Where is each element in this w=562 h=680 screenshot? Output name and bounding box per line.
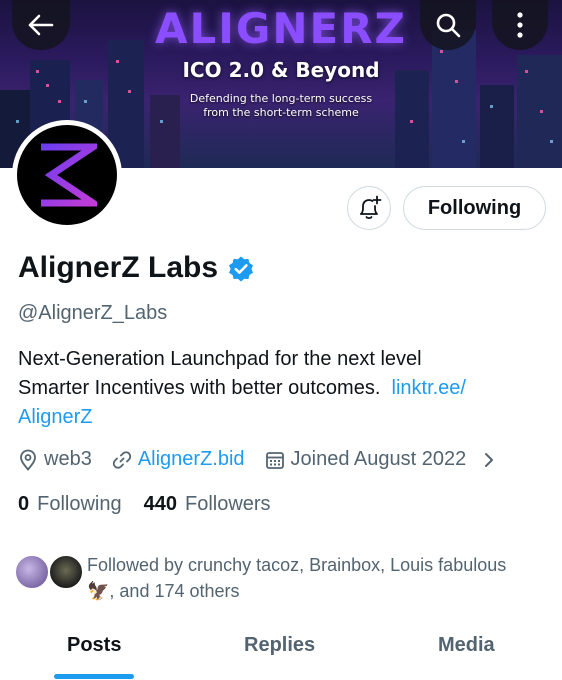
following-count: 0 [18, 493, 30, 515]
followed-by-line-2: 🦅, and 174 others [87, 578, 506, 604]
following-count-label: Following [37, 493, 122, 515]
website-link[interactable]: AlignerZ.bid [138, 448, 245, 471]
location-item: web3 [18, 448, 92, 471]
followed-by-section[interactable]: Followed by crunchy tacoz, Brainbox, Lou… [14, 552, 554, 604]
profile-avatar[interactable] [12, 120, 122, 230]
profile-meta: web3 AlignerZ.bid Joined August 2022 [18, 448, 496, 471]
arrow-left-icon [28, 14, 54, 36]
profile-bio: Next-Generation Launchpad for the next l… [18, 345, 548, 432]
banner-subline-1: Defending the long-term success [189, 92, 373, 105]
follower-avatar [14, 554, 50, 590]
location-text: web3 [44, 448, 92, 470]
followed-by-others: , and 174 others [109, 581, 240, 601]
verified-badge-icon[interactable] [227, 255, 255, 283]
joined-text: Joined August 2022 [290, 448, 467, 470]
tab-posts[interactable]: Posts [67, 634, 121, 657]
calendar-icon [265, 451, 284, 469]
bio-line-1: Next-Generation Launchpad for the next l… [18, 348, 422, 370]
alignerz-logo-icon [41, 143, 97, 207]
link-icon [112, 450, 131, 469]
banner-subline-2: from the short-term scheme [203, 106, 359, 119]
tab-replies[interactable]: Replies [244, 634, 315, 657]
more-vertical-icon [517, 12, 523, 38]
followers-count-label: Followers [184, 493, 271, 515]
bio-link-continuation[interactable]: AlignerZ [18, 403, 548, 432]
tab-media[interactable]: Media [438, 634, 495, 657]
avatar-image [17, 125, 117, 225]
banner-tagline: ICO 2.0 & Beyond [182, 58, 380, 82]
following-button[interactable]: Following [403, 186, 546, 230]
profile-handle: @AlignerZ_Labs [18, 302, 168, 324]
bio-line-2: Smarter Incentives with better outcomes.… [18, 374, 548, 403]
profile-tabs: Posts Replies Media [0, 620, 562, 680]
profile-name-row: AlignerZ Labs [18, 251, 255, 285]
followers-count: 440 [143, 493, 177, 515]
bell-plus-icon [360, 195, 382, 219]
follow-counts: 0 Following 440 Followers [18, 493, 293, 516]
followed-by-text: Followed by crunchy tacoz, Brainbox, Lou… [87, 552, 506, 604]
profile-name: AlignerZ Labs [18, 251, 219, 284]
notify-button[interactable] [347, 186, 391, 230]
eagle-emoji-icon: 🦅 [87, 581, 110, 601]
active-tab-indicator [54, 674, 134, 679]
bio-link[interactable]: linktr.ee/ [392, 377, 466, 399]
search-icon [436, 13, 461, 38]
chevron-right-icon[interactable] [482, 450, 496, 470]
location-pin-icon [20, 449, 36, 471]
following-count-link[interactable]: 0 Following [18, 493, 122, 516]
website-item[interactable]: AlignerZ.bid [112, 448, 245, 471]
bio-text: Smarter Incentives with better outcomes. [18, 377, 381, 399]
banner-brand-logo: ALIGNERZ [154, 4, 407, 53]
followers-count-link[interactable]: 440 Followers [144, 493, 271, 516]
follower-avatar [48, 554, 84, 590]
joined-item: Joined August 2022 [265, 448, 467, 471]
followed-by-line-1: Followed by crunchy tacoz, Brainbox, Lou… [87, 555, 507, 575]
follower-avatars [14, 554, 84, 594]
